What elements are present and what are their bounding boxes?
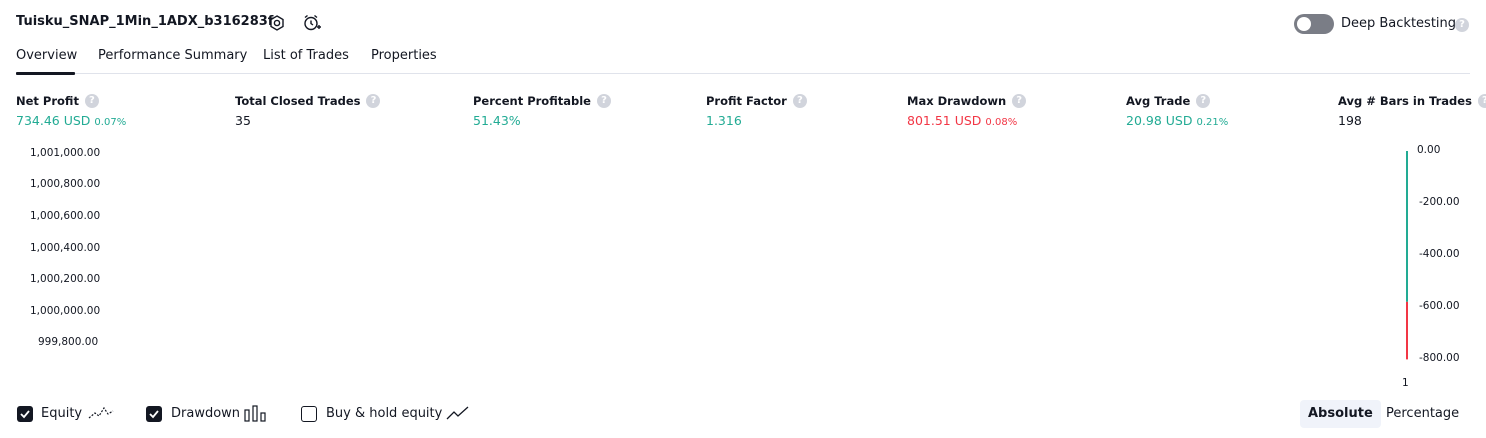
net-profit-label-text: Net Profit: [16, 94, 79, 108]
percent-profitable-value: 51.43%: [473, 113, 521, 128]
tab-overview[interactable]: Overview: [16, 48, 77, 63]
check-icon: [149, 410, 159, 419]
profit-factor-label: Profit Factor ?: [706, 94, 807, 108]
avg-bars-value: 198: [1338, 113, 1362, 128]
left-axis-tick: 999,800.00: [38, 336, 99, 348]
avg-trade-label-text: Avg Trade: [1126, 94, 1191, 108]
toggle-knob: [1297, 17, 1311, 31]
absolute-mode-button[interactable]: Absolute: [1300, 400, 1381, 428]
equity-label: Equity: [41, 406, 83, 421]
deep-backtesting-label: Deep Backtesting: [1341, 16, 1457, 31]
help-icon[interactable]: ?: [792, 94, 807, 108]
alarm-clock-icon: [304, 14, 321, 31]
drawdown-checkbox[interactable]: [146, 406, 162, 422]
max-drawdown-percent: 0.08%: [985, 117, 1018, 128]
right-axis-tick: -400.00: [1419, 248, 1460, 260]
left-axis-tick: 1,000,400.00: [30, 242, 101, 254]
tab-properties[interactable]: Properties: [371, 48, 437, 63]
drawdown-bar-segment-0: [1406, 151, 1408, 302]
help-icon[interactable]: ?: [84, 94, 99, 108]
tab-list-of-trades[interactable]: List of Trades: [263, 48, 349, 63]
right-axis-tick: -200.00: [1419, 196, 1460, 208]
avg-trade-value: 20.98 USD 0.21%: [1126, 113, 1228, 128]
total-closed-trades-value: 35: [235, 113, 251, 128]
avg-bars-label: Avg # Bars in Trades ?: [1338, 94, 1486, 108]
avg-trade-label: Avg Trade ?: [1126, 94, 1211, 108]
profit-factor-label-text: Profit Factor: [706, 94, 787, 108]
avg-trade-percent: 0.21%: [1196, 117, 1229, 128]
drawdown-bars-icon: [244, 405, 266, 422]
help-icon[interactable]: ?: [596, 94, 611, 108]
add-alert-icon[interactable]: [302, 13, 322, 33]
net-profit-value: 734.46 USD 0.07%: [16, 113, 126, 128]
settings-icon[interactable]: [267, 13, 287, 33]
max-drawdown-label-text: Max Drawdown: [907, 94, 1007, 108]
percent-profitable-label: Percent Profitable ?: [473, 94, 611, 108]
buy-hold-label: Buy & hold equity: [326, 406, 443, 421]
avg-bars-label-text: Avg # Bars in Trades: [1338, 94, 1472, 108]
x-axis-tick: 1: [1402, 377, 1409, 389]
net-profit-label: Net Profit ?: [16, 94, 99, 108]
drawdown-label: Drawdown: [171, 406, 241, 421]
max-drawdown-label: Max Drawdown ?: [907, 94, 1027, 108]
total-closed-trades-label: Total Closed Trades ?: [235, 94, 381, 108]
tabs-divider: [16, 73, 1470, 74]
help-icon[interactable]: ?: [1012, 94, 1027, 108]
strategy-title: Tuisku_SNAP_1Min_1ADX_b316283f: [16, 14, 274, 29]
right-axis-tick: 0.00: [1417, 144, 1441, 156]
profit-factor-value: 1.316: [706, 113, 742, 128]
right-axis-tick: -800.00: [1419, 352, 1460, 364]
percent-profitable-label-text: Percent Profitable: [473, 94, 591, 108]
right-axis-tick: -600.00: [1419, 300, 1460, 312]
deep-backtesting-toggle[interactable]: [1294, 14, 1334, 34]
percentage-mode-button[interactable]: Percentage: [1378, 400, 1467, 428]
total-closed-trades-label-text: Total Closed Trades: [235, 94, 361, 108]
left-axis-tick: 1,001,000.00: [30, 147, 101, 159]
equity-checkbox[interactable]: [17, 406, 33, 422]
left-axis-tick: 1,000,600.00: [30, 210, 101, 222]
net-profit-percent: 0.07%: [94, 117, 127, 128]
max-drawdown-amount: 801.51 USD: [907, 113, 982, 128]
tab-performance-summary[interactable]: Performance Summary: [98, 48, 247, 63]
net-profit-amount: 734.46 USD: [16, 113, 91, 128]
check-icon: [20, 410, 30, 419]
buy-hold-line-icon: [446, 406, 469, 420]
left-axis-tick: 1,000,000.00: [30, 305, 101, 317]
left-axis-tick: 1,000,200.00: [30, 273, 101, 285]
buy-hold-checkbox[interactable]: [301, 406, 317, 422]
max-drawdown-value: 801.51 USD 0.08%: [907, 113, 1017, 128]
help-icon[interactable]: ?: [1196, 94, 1211, 108]
help-icon[interactable]: ?: [366, 94, 381, 108]
drawdown-bar-chart: [1406, 151, 1408, 360]
help-icon[interactable]: ?: [1455, 18, 1469, 32]
settings-icon-glyph: [270, 15, 284, 31]
left-axis-tick: 1,000,800.00: [30, 178, 101, 190]
drawdown-bar-segment-1: [1406, 301, 1408, 360]
help-icon[interactable]: ?: [1477, 94, 1486, 108]
active-tab-indicator: [16, 72, 75, 75]
equity-line-icon: [88, 406, 114, 419]
avg-trade-amount: 20.98 USD: [1126, 113, 1193, 128]
